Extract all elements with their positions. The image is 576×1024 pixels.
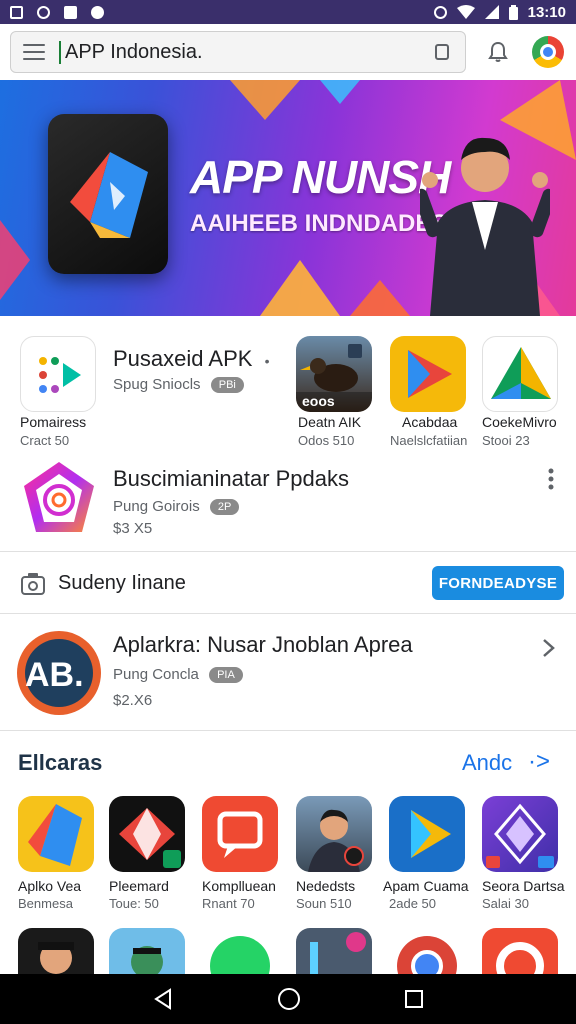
- featured-title-dot: •: [264, 353, 270, 369]
- grid-app-icon-partial[interactable]: [18, 928, 94, 974]
- status-right-icons: 13:10: [433, 3, 566, 21]
- grid-label: Seora Dartsa: [482, 878, 565, 894]
- app-listing[interactable]: Buscimianinatar Ppdaks Pung Goirois 2P $…: [0, 458, 576, 550]
- listing-badge: 2P: [209, 499, 240, 515]
- system-nav-bar: [0, 974, 576, 1024]
- grid-label: Komplluean: [202, 878, 276, 894]
- alarm-icon: [433, 5, 447, 19]
- tile-sub: Odos 510: [298, 433, 355, 448]
- app-icon-coekemivro[interactable]: [482, 336, 558, 412]
- tile-inner-text: eoos: [302, 393, 335, 409]
- app-icon-deatn-aik[interactable]: eoos: [296, 336, 372, 412]
- grid-app-icon[interactable]: [389, 796, 465, 872]
- listing-price: $3 X5: [113, 520, 153, 537]
- bag-icon: [64, 5, 77, 19]
- search-row: APP Indonesia.: [0, 24, 576, 80]
- grid-app-icon-partial[interactable]: [109, 928, 185, 974]
- featured-title[interactable]: Pusaxeid APK •: [113, 346, 269, 372]
- app-icon-ab: AB.: [17, 631, 101, 715]
- app-icon-ab-text: AB.: [25, 656, 84, 694]
- install-row-label: Sudeny Iinane: [58, 572, 186, 594]
- battery-icon: [508, 4, 518, 20]
- section-title: Ellcaras: [18, 750, 103, 775]
- grid-label: Aplko Vea: [18, 878, 82, 894]
- lock-icon: [435, 44, 449, 60]
- status-bar: 13:10: [0, 0, 576, 24]
- tile-sub: Stooi 23: [482, 433, 530, 448]
- status-time: 13:10: [527, 3, 566, 21]
- listing-title: Buscimianinatar Ppdaks: [113, 466, 350, 491]
- tile-sub: Naelslcfatiian: [390, 433, 468, 448]
- gallery-icon: [10, 5, 23, 19]
- grid-app-icon[interactable]: [296, 796, 372, 872]
- app-icon-swirl: [24, 462, 94, 532]
- presenter-illustration: [420, 137, 550, 316]
- grid-app-icon[interactable]: [202, 796, 278, 872]
- menu-icon[interactable]: [23, 44, 45, 60]
- grid-app-icon[interactable]: [109, 796, 185, 872]
- listing-badge: PIA: [209, 667, 243, 683]
- app-icon-acabdaa[interactable]: [390, 336, 466, 412]
- app-grid-row-partial: [0, 928, 576, 974]
- divider: [0, 551, 576, 552]
- recents-icon[interactable]: [404, 989, 424, 1009]
- tile-label: CoekeMivro: [482, 414, 557, 430]
- divider: [0, 613, 576, 614]
- refresh-camera-icon: [21, 573, 45, 595]
- listing-sub: Pung Goirois 2P: [113, 498, 240, 515]
- grid-app-icon-partial[interactable]: [482, 928, 558, 974]
- bell-icon[interactable]: [486, 40, 510, 64]
- section-arrow-icon[interactable]: ·>: [528, 748, 550, 776]
- grid-sub: Soun 510: [296, 896, 352, 911]
- grid-label: Pleemard: [109, 878, 169, 894]
- banner-title: APP NUNSH: [190, 151, 451, 203]
- section-link[interactable]: Andc: [462, 750, 512, 776]
- grid-app-icon[interactable]: [482, 796, 558, 872]
- dot-icon: [91, 5, 104, 19]
- more-options-icon[interactable]: [547, 468, 555, 490]
- chrome-icon[interactable]: [532, 36, 564, 68]
- tile-sub: Cract 50: [20, 433, 70, 448]
- back-icon[interactable]: [152, 988, 174, 1010]
- grid-app-icon-partial[interactable]: [202, 928, 278, 974]
- featured-title-text: Pusaxeid APK: [113, 346, 253, 371]
- grid-app-icon-partial[interactable]: [296, 928, 372, 974]
- banner-app-icon: [48, 114, 168, 274]
- install-button[interactable]: FORNDEADYSE: [432, 566, 564, 600]
- search-input[interactable]: APP Indonesia.: [59, 40, 435, 64]
- listing-sub: Pung Concla PIA: [113, 666, 243, 683]
- grid-app-icon-partial[interactable]: [389, 928, 465, 974]
- grid-app-icon[interactable]: [18, 796, 94, 872]
- home-icon[interactable]: [277, 987, 301, 1011]
- featured-row: Pomairess Cract 50 Pusaxeid APK • Spug S…: [0, 330, 576, 450]
- listing-price: $2.X6: [113, 692, 153, 709]
- search-bar[interactable]: APP Indonesia.: [10, 31, 466, 73]
- featured-sub-text: Spug Sniocls: [113, 376, 201, 393]
- grid-sub: Rnant 70: [202, 896, 255, 911]
- divider: [0, 730, 576, 731]
- grid-sub: 2ade 50: [389, 896, 436, 911]
- signal-icon: [484, 5, 499, 19]
- whatsapp-icon: [37, 5, 50, 19]
- grid-sub: Benmesa: [18, 896, 73, 911]
- tile-label: Acabdaa: [402, 414, 458, 430]
- status-left-icons: [10, 5, 104, 19]
- featured-badge: PBi: [210, 377, 244, 393]
- listing-sub-text: Pung Goirois: [113, 498, 200, 515]
- wifi-icon: [456, 5, 475, 19]
- hero-banner[interactable]: APP NUNSH AAIHEEB INDNDADESIA: [0, 80, 576, 316]
- grid-sub: Toue: 50: [109, 896, 159, 911]
- tile-label: Deatn AIK: [298, 414, 362, 430]
- featured-sub: Spug Sniocls PBi: [113, 376, 244, 393]
- grid-label: Nededsts: [296, 878, 356, 894]
- app-listing[interactable]: AB. Aplarkra: Nusar Jnoblan Aprea Pung C…: [0, 620, 576, 726]
- grid-label: Apam Cuama: [383, 878, 469, 894]
- app-icon-pomairess[interactable]: [20, 336, 96, 412]
- listing-title: Aplarkra: Nusar Jnoblan Aprea: [113, 632, 413, 657]
- chevron-right-icon[interactable]: [542, 638, 556, 658]
- grid-sub: Salai 30: [482, 896, 529, 911]
- app-grid-row: Aplko Vea Benmesa Pleemard Toue: 50 Komp…: [0, 796, 576, 916]
- tile-label: Pomairess: [20, 414, 87, 430]
- listing-sub-text: Pung Concla: [113, 666, 199, 683]
